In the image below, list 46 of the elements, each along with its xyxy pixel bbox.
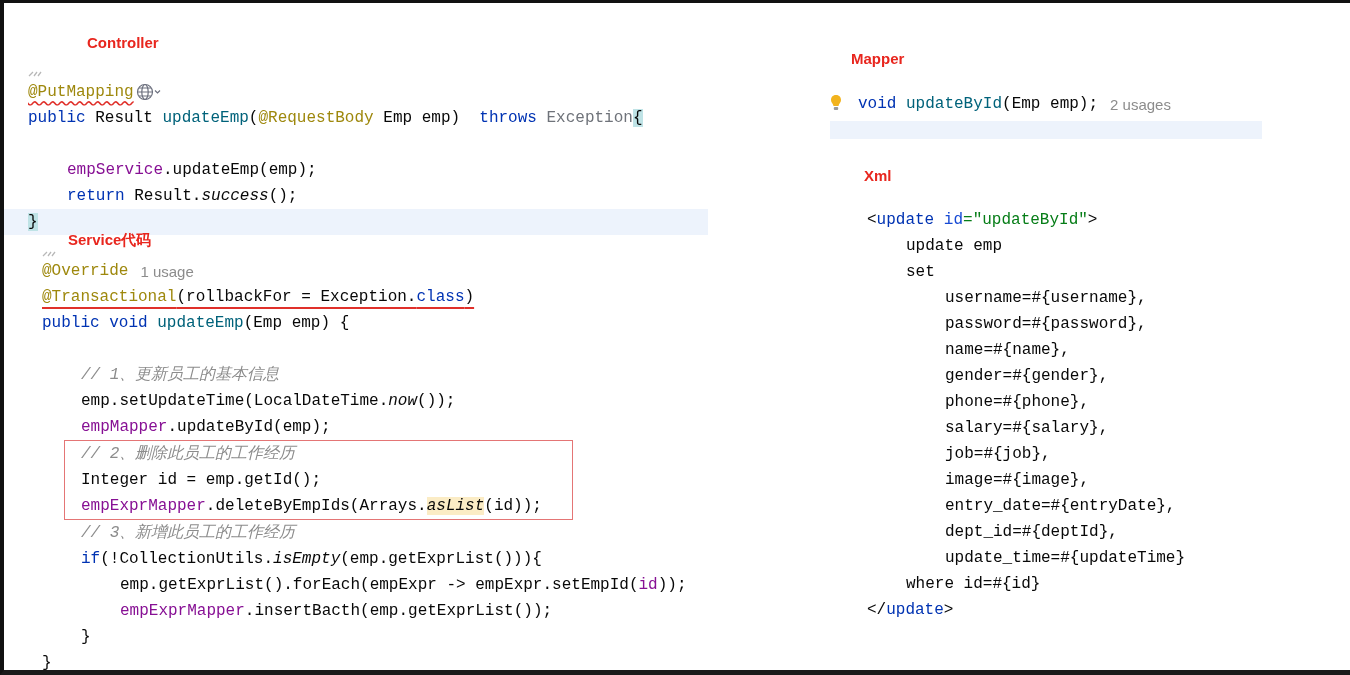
code-line: job=#{job}, (945, 444, 1051, 465)
code-line: void updateById(Emp emp); (858, 94, 1099, 115)
code-line: empService.updateEmp(emp); (67, 160, 317, 181)
code-line: entry_date=#{entryDate}, (945, 496, 1176, 517)
code-line: @PutMapping (28, 82, 134, 103)
code-line: empExprMapper.insertBacth(emp.getExprList()); (120, 601, 553, 622)
code-line: public Result updateEmp(@RequestBody Emp emp) throws Exception{ (28, 108, 643, 129)
code-line: Integer id = emp.getId(); (81, 470, 322, 491)
globe-icon[interactable] (135, 83, 162, 101)
code-line: // 1、更新员工的基本信息 (81, 364, 280, 386)
code-line: } (42, 653, 52, 670)
section-title: Controller (87, 34, 159, 52)
code-line: name=#{name}, (945, 340, 1070, 361)
code-line: salary=#{salary}, (945, 418, 1109, 439)
code-line: update emp (906, 236, 1002, 257)
code-line: if(!CollectionUtils.isEmpty(emp.getExprList())){ (81, 549, 542, 570)
usage-hint[interactable]: 1 usage (140, 262, 194, 280)
section-title: Service代码 (68, 231, 152, 249)
code-line: emp.setUpdateTime(LocalDateTime.now()); (81, 391, 456, 412)
code-line: username=#{username}, (945, 288, 1147, 309)
lightbulb-icon[interactable] (830, 94, 842, 112)
code-line: <update id="updateById"> (867, 210, 1098, 231)
code-line: emp.getExprList().forEach(empExpr -> empExpr.setEmpId(id)); (120, 575, 687, 596)
code-line: where id=#{id} (906, 574, 1041, 595)
code-line: set (906, 262, 935, 283)
code-line: phone=#{phone}, (945, 392, 1090, 413)
inlay-hint-icon[interactable] (42, 249, 56, 258)
code-line: @Override (42, 261, 129, 282)
code-line: image=#{image}, (945, 470, 1090, 491)
section-title: Mapper (851, 50, 905, 68)
code-line: // 3、新增此员工的工作经历 (81, 522, 296, 544)
code-line: empExprMapper.deleteByEmpIds(Arrays.asList(id)); (81, 496, 542, 517)
code-line: dept_id=#{deptId}, (945, 522, 1118, 543)
code-line: empMapper.updateById(emp); (81, 417, 331, 438)
code-line: @Transactional(rollbackFor = Exception.class) (42, 287, 475, 308)
code-line: </update> (867, 600, 954, 621)
code-line: public void updateEmp(Emp emp) { (42, 313, 350, 334)
code-line: gender=#{gender}, (945, 366, 1109, 387)
code-line: // 2、删除此员工的工作经历 (81, 444, 296, 465)
code-line: update_time=#{updateTime} (945, 548, 1186, 569)
inlay-hint-icon[interactable] (28, 69, 42, 78)
code-line: return Result.success(); (67, 186, 298, 207)
code-line: password=#{password}, (945, 314, 1147, 335)
section-title: Xml (864, 167, 892, 185)
usage-hint[interactable]: 2 usages (1110, 95, 1171, 113)
code-line: } (81, 627, 91, 648)
